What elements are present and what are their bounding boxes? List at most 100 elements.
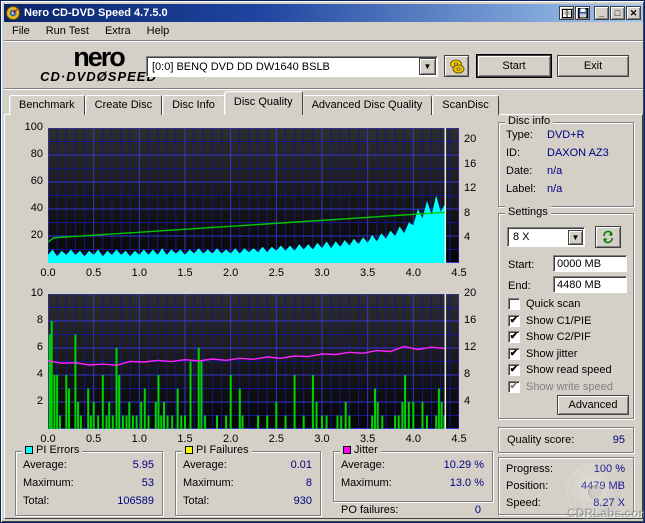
tab-scandisc[interactable]: ScanDisc <box>432 95 498 115</box>
speed-label: Speed: <box>506 497 541 509</box>
checkbox-quick-scan[interactable]: Quick scan <box>508 298 580 310</box>
x-axis-tick: 2.5 <box>264 433 288 445</box>
x-axis-tick: 3.0 <box>310 267 334 279</box>
tab-benchmark[interactable]: Benchmark <box>9 95 85 115</box>
drive-select[interactable]: [0:0] BENQ DVD DD DW1640 BSLB ▼ <box>146 56 438 77</box>
progress-panel: Progress:100 % Position:4479 MB Speed:8.… <box>498 457 634 515</box>
exit-button[interactable]: Exit <box>557 55 629 77</box>
stat-value: 5.95 <box>133 459 154 471</box>
disc-info-value: DAXON AZ3 <box>547 147 609 159</box>
settings-title: Settings <box>505 206 551 218</box>
checkbox-show-c1-pie[interactable]: ✔ Show C1/PIE <box>508 315 591 327</box>
left-axis-tick: 10 <box>13 287 43 299</box>
po-failures-label: PO failures: <box>341 504 398 516</box>
advanced-button[interactable]: Advanced <box>557 395 629 415</box>
quality-score-value: 95 <box>613 434 625 446</box>
checked-box-icon[interactable]: ✔ <box>508 364 520 376</box>
start-field-label: Start: <box>508 259 534 271</box>
discs-icon <box>449 59 465 74</box>
left-axis-tick: 4 <box>13 368 43 380</box>
po-failures-value: 0 <box>475 504 481 516</box>
checkbox-show-write-speed: ✔Show write speed <box>508 381 613 393</box>
stat-value: 53 <box>142 477 154 489</box>
title-bar[interactable]: Nero CD-DVD Speed 4.7.5.0 _ □ ✕ <box>4 4 643 22</box>
app-icon <box>6 6 20 20</box>
checkbox-show-jitter[interactable]: ✔Show jitter <box>508 348 577 360</box>
checkbox-label: Quick scan <box>526 298 580 310</box>
menu-bar: File Run Test Extra Help <box>4 22 643 41</box>
chevron-down-icon[interactable]: ▼ <box>419 58 436 75</box>
right-axis-tick: 4 <box>464 231 484 243</box>
save-icon <box>578 8 588 18</box>
jitter-swatch <box>343 446 351 454</box>
stat-label: Maximum: <box>23 477 74 489</box>
right-axis-tick: 8 <box>464 207 484 219</box>
pi-failures-title: PI Failures <box>196 444 249 456</box>
start-button[interactable]: Start <box>477 55 551 77</box>
po-failures-row: PO failures: 0 <box>341 504 481 516</box>
menu-extra[interactable]: Extra <box>97 23 139 39</box>
menu-run-test[interactable]: Run Test <box>38 23 97 39</box>
checkbox-show-c2-pif[interactable]: ✔Show C2/PIF <box>508 331 591 343</box>
left-axis-tick: 20 <box>13 229 43 241</box>
stat-label: Total: <box>183 495 209 507</box>
progress-label: Progress: <box>506 463 553 475</box>
close-button[interactable]: ✕ <box>626 6 641 20</box>
x-axis-tick: 4.0 <box>401 267 425 279</box>
stat-label: Average: <box>23 459 67 471</box>
report-button[interactable] <box>559 6 574 20</box>
pi-failures-panel: PI Failures Average:0.01 Maximum:8 Total… <box>175 451 321 516</box>
menu-file[interactable]: File <box>4 23 38 39</box>
checked-box-icon[interactable]: ✔ <box>508 315 520 327</box>
stat-label: Maximum: <box>341 477 392 489</box>
stat-value: 10.29 % <box>444 459 484 471</box>
scan-speed-select[interactable]: 8 X ▼ <box>507 227 585 247</box>
checkbox-label: Show write speed <box>526 381 613 393</box>
save-button[interactable] <box>575 6 590 20</box>
end-field[interactable] <box>553 276 627 293</box>
disc-info-label: Type: <box>506 129 533 141</box>
header-divider <box>4 88 643 90</box>
disc-info-value: n/a <box>547 183 562 195</box>
disc-info-value: n/a <box>547 165 562 177</box>
tab-advanced-disc-quality[interactable]: Advanced Disc Quality <box>302 95 433 115</box>
checkbox-label: Show C1/PIE <box>526 315 591 327</box>
tab-disc-quality[interactable]: Disc Quality <box>224 91 303 115</box>
left-axis-tick: 60 <box>13 175 43 187</box>
tab-create-disc[interactable]: Create Disc <box>85 95 162 115</box>
disc-tray-button[interactable] <box>444 55 469 77</box>
unchecked-box-icon[interactable] <box>508 298 520 310</box>
checked-box-icon[interactable]: ✔ <box>508 331 520 343</box>
right-axis-tick: 8 <box>464 368 484 380</box>
disc-info-label: Date: <box>506 165 532 177</box>
stat-value: 8 <box>306 477 312 489</box>
menu-help[interactable]: Help <box>139 23 178 39</box>
left-axis-tick: 2 <box>13 395 43 407</box>
jitter-title: Jitter <box>354 444 378 456</box>
pi-errors-title: PI Errors <box>36 444 79 456</box>
start-field[interactable] <box>553 255 627 272</box>
pi-failures-plot <box>48 294 459 429</box>
stat-label: Maximum: <box>183 477 234 489</box>
x-axis-tick: 3.0 <box>310 433 334 445</box>
stat-value: 106589 <box>117 495 154 507</box>
right-axis-tick: 12 <box>464 182 484 194</box>
x-axis-tick: 1.0 <box>127 267 151 279</box>
checkbox-show-read-speed[interactable]: ✔ Show read speed <box>508 364 612 376</box>
stat-label: Average: <box>341 459 385 471</box>
minimize-button[interactable]: _ <box>594 6 609 20</box>
maximize-button[interactable]: □ <box>610 6 625 20</box>
right-axis-tick: 20 <box>464 133 484 145</box>
left-axis-tick: 40 <box>13 202 43 214</box>
tab-strip: BenchmarkCreate DiscDisc InfoDisc Qualit… <box>9 93 499 115</box>
checkbox-label: Show read speed <box>526 364 612 376</box>
chevron-down-icon[interactable]: ▼ <box>568 230 583 245</box>
disc-info-value: DVD+R <box>547 129 585 141</box>
x-axis-tick: 1.0 <box>127 433 151 445</box>
checked-box-icon[interactable]: ✔ <box>508 348 520 360</box>
refresh-button[interactable] <box>595 226 621 248</box>
tab-disc-info[interactable]: Disc Info <box>162 95 225 115</box>
x-axis-tick: 4.5 <box>447 433 471 445</box>
pi-errors-panel: PI Errors Average:5.95 Maximum:53 Total:… <box>15 451 163 516</box>
right-axis-tick: 16 <box>464 158 484 170</box>
